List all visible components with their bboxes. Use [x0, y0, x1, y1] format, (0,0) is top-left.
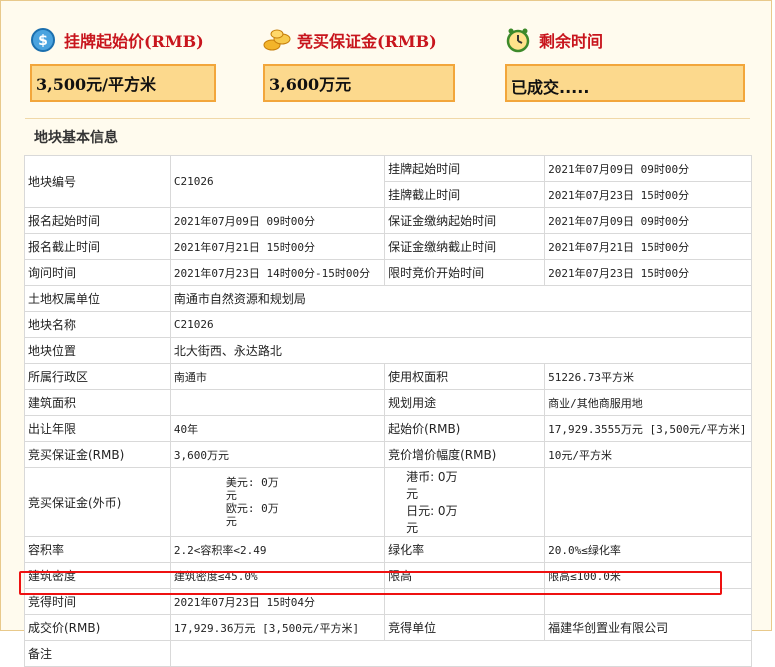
- section-title: 地块基本信息: [34, 130, 118, 146]
- cell-value: 2.2<容积率<2.49: [169, 536, 386, 563]
- table-row: 地块名称 C21026: [24, 311, 753, 338]
- deposit-label: 竞买保证金(RMB): [297, 32, 437, 51]
- cell-label: 使用权面积: [384, 363, 546, 390]
- cell-label: 土地权属单位: [24, 285, 171, 312]
- cell-label: 挂牌截止时间: [384, 181, 546, 208]
- cell-value: 2021年07月23日 15时00分: [544, 259, 752, 286]
- cell-value: 商业/其他商服用地: [544, 389, 752, 416]
- cell-value: 2021年07月09日 09时00分: [169, 207, 386, 234]
- cell-label: 保证金缴纳截止时间: [384, 233, 546, 260]
- table-row: 成交价(RMB) 17,929.36万元 [3,500元/平方米] 竞得单位 福…: [24, 614, 752, 641]
- table-row: 竞买保证金(外币) 美元: 0万元 欧元: 0万元 港币: 0万元 日元: 0万…: [24, 467, 752, 537]
- deposit-block: 竞买保证金(RMB) 3,600万元: [263, 20, 455, 102]
- jpy-value: 日元: 0万元: [406, 504, 458, 535]
- table-row: 竞买保证金(RMB) 3,600万元 竞价增价幅度(RMB) 10元/平方米: [24, 441, 752, 468]
- table-row: 容积率 2.2<容积率<2.49 绿化率 20.0%≤绿化率: [24, 536, 752, 563]
- cell-label: 起始价(RMB): [384, 415, 546, 442]
- cell-label: 挂牌起始时间: [384, 155, 546, 182]
- cell-value: 17,929.3555万元 [3,500元/平方米]: [544, 415, 752, 442]
- table-row: 地块编号 C21026 挂牌起始时间 2021年07月09日 09时00分: [24, 155, 752, 208]
- table-row: 备注: [24, 640, 753, 667]
- deal-highlight-box: [19, 571, 722, 595]
- cell-empty: [544, 467, 752, 537]
- remaining-block: 剩余时间 已成交.....: [505, 20, 745, 102]
- cell-value: 2021年07月21日 15时00分: [169, 233, 386, 260]
- cell-value: 3,600万元: [169, 441, 386, 468]
- cell-label: 报名截止时间: [24, 233, 171, 260]
- cell-value: 10元/平方米: [544, 441, 752, 468]
- svg-text:$: $: [38, 33, 48, 49]
- table-row: 所属行政区 南通市 使用权面积 51226.73平方米: [24, 363, 752, 390]
- cell-value: 51226.73平方米: [544, 363, 752, 390]
- table-row: 报名截止时间 2021年07月21日 15时00分 保证金缴纳截止时间 2021…: [24, 233, 752, 260]
- cell-value: 南通市: [169, 363, 386, 390]
- cell-value: 40年: [169, 415, 386, 442]
- cell-value: C21026: [169, 155, 386, 208]
- cell-value: [169, 640, 753, 667]
- remaining-label: 剩余时间: [539, 32, 604, 51]
- cell-label: 备注: [24, 640, 171, 667]
- cell-value: 2021年07月09日 09时00分: [544, 155, 752, 182]
- cell-label: 竞买保证金(外币): [24, 467, 171, 537]
- alarm-clock-icon: [505, 27, 531, 53]
- cell-label: 出让年限: [24, 415, 171, 442]
- cell-label: 竞得单位: [384, 614, 546, 641]
- cell-value: 2021年07月21日 15时00分: [544, 233, 752, 260]
- cell-value: 20.0%≤绿化率: [544, 536, 752, 563]
- cell-value: 2021年07月23日 15时00分: [544, 181, 752, 208]
- foreign-currency-cell-2: 港币: 0万元 日元: 0万元: [384, 467, 546, 537]
- cell-label: 地块编号: [24, 155, 171, 208]
- table-row: 土地权属单位 南通市自然资源和规划局: [24, 285, 753, 312]
- coins-icon: [263, 27, 291, 53]
- foreign-currency-cell: 美元: 0万元 欧元: 0万元: [169, 467, 386, 537]
- table-row: 询问时间 2021年07月23日 14时00分-15时00分 限时竞价开始时间 …: [24, 259, 752, 286]
- cell-value: [169, 389, 386, 416]
- cell-value: 2021年07月23日 14时00分-15时00分: [169, 259, 386, 286]
- cell-label: 限时竞价开始时间: [384, 259, 546, 286]
- cell-label: 报名起始时间: [24, 207, 171, 234]
- hkd-value: 港币: 0万元: [406, 470, 458, 501]
- cell-label: 竞买保证金(RMB): [24, 441, 171, 468]
- table-row: 地块位置 北大街西、永达路北: [24, 337, 753, 364]
- cell-label: 询问时间: [24, 259, 171, 286]
- deposit-value: 3,600万元: [263, 64, 455, 102]
- cell-label: 保证金缴纳起始时间: [384, 207, 546, 234]
- cell-label: 竞价增价幅度(RMB): [384, 441, 546, 468]
- cell-value: C21026: [169, 311, 753, 338]
- table-row: 报名起始时间 2021年07月09日 09时00分 保证金缴纳起始时间 2021…: [24, 207, 752, 234]
- summary-panel: $ 挂牌起始价(RMB) 3,500元/平方米 竞买保证金(RMB) 3,600…: [0, 0, 772, 118]
- cell-label: 地块位置: [24, 337, 171, 364]
- cell-label: 容积率: [24, 536, 171, 563]
- start-price-block: $ 挂牌起始价(RMB) 3,500元/平方米: [30, 20, 216, 102]
- cell-value: 17,929.36万元 [3,500元/平方米]: [169, 614, 386, 641]
- remaining-value: 已成交.....: [505, 64, 745, 102]
- cell-label: 所属行政区: [24, 363, 171, 390]
- cell-label: 绿化率: [384, 536, 546, 563]
- cell-value: 南通市自然资源和规划局: [169, 285, 753, 312]
- section-divider: [25, 118, 750, 119]
- cell-value: 北大街西、永达路北: [169, 337, 753, 364]
- table-row: 出让年限 40年 起始价(RMB) 17,929.3555万元 [3,500元/…: [24, 415, 752, 442]
- start-price-label: 挂牌起始价(RMB): [64, 32, 204, 51]
- cell-label: 地块名称: [24, 311, 171, 338]
- start-price-value: 3,500元/平方米: [30, 64, 216, 102]
- cell-value: 福建华创置业有限公司: [544, 614, 752, 641]
- money-icon: $: [30, 27, 56, 53]
- cell-label: 建筑面积: [24, 389, 171, 416]
- eur-value: 欧元: 0万元: [225, 502, 279, 528]
- usd-value: 美元: 0万元: [225, 476, 279, 502]
- table-row: 建筑面积 规划用途 商业/其他商服用地: [24, 389, 752, 416]
- cell-label: 规划用途: [384, 389, 546, 416]
- cell-label: 成交价(RMB): [24, 614, 171, 641]
- cell-value: 2021年07月09日 09时00分: [544, 207, 752, 234]
